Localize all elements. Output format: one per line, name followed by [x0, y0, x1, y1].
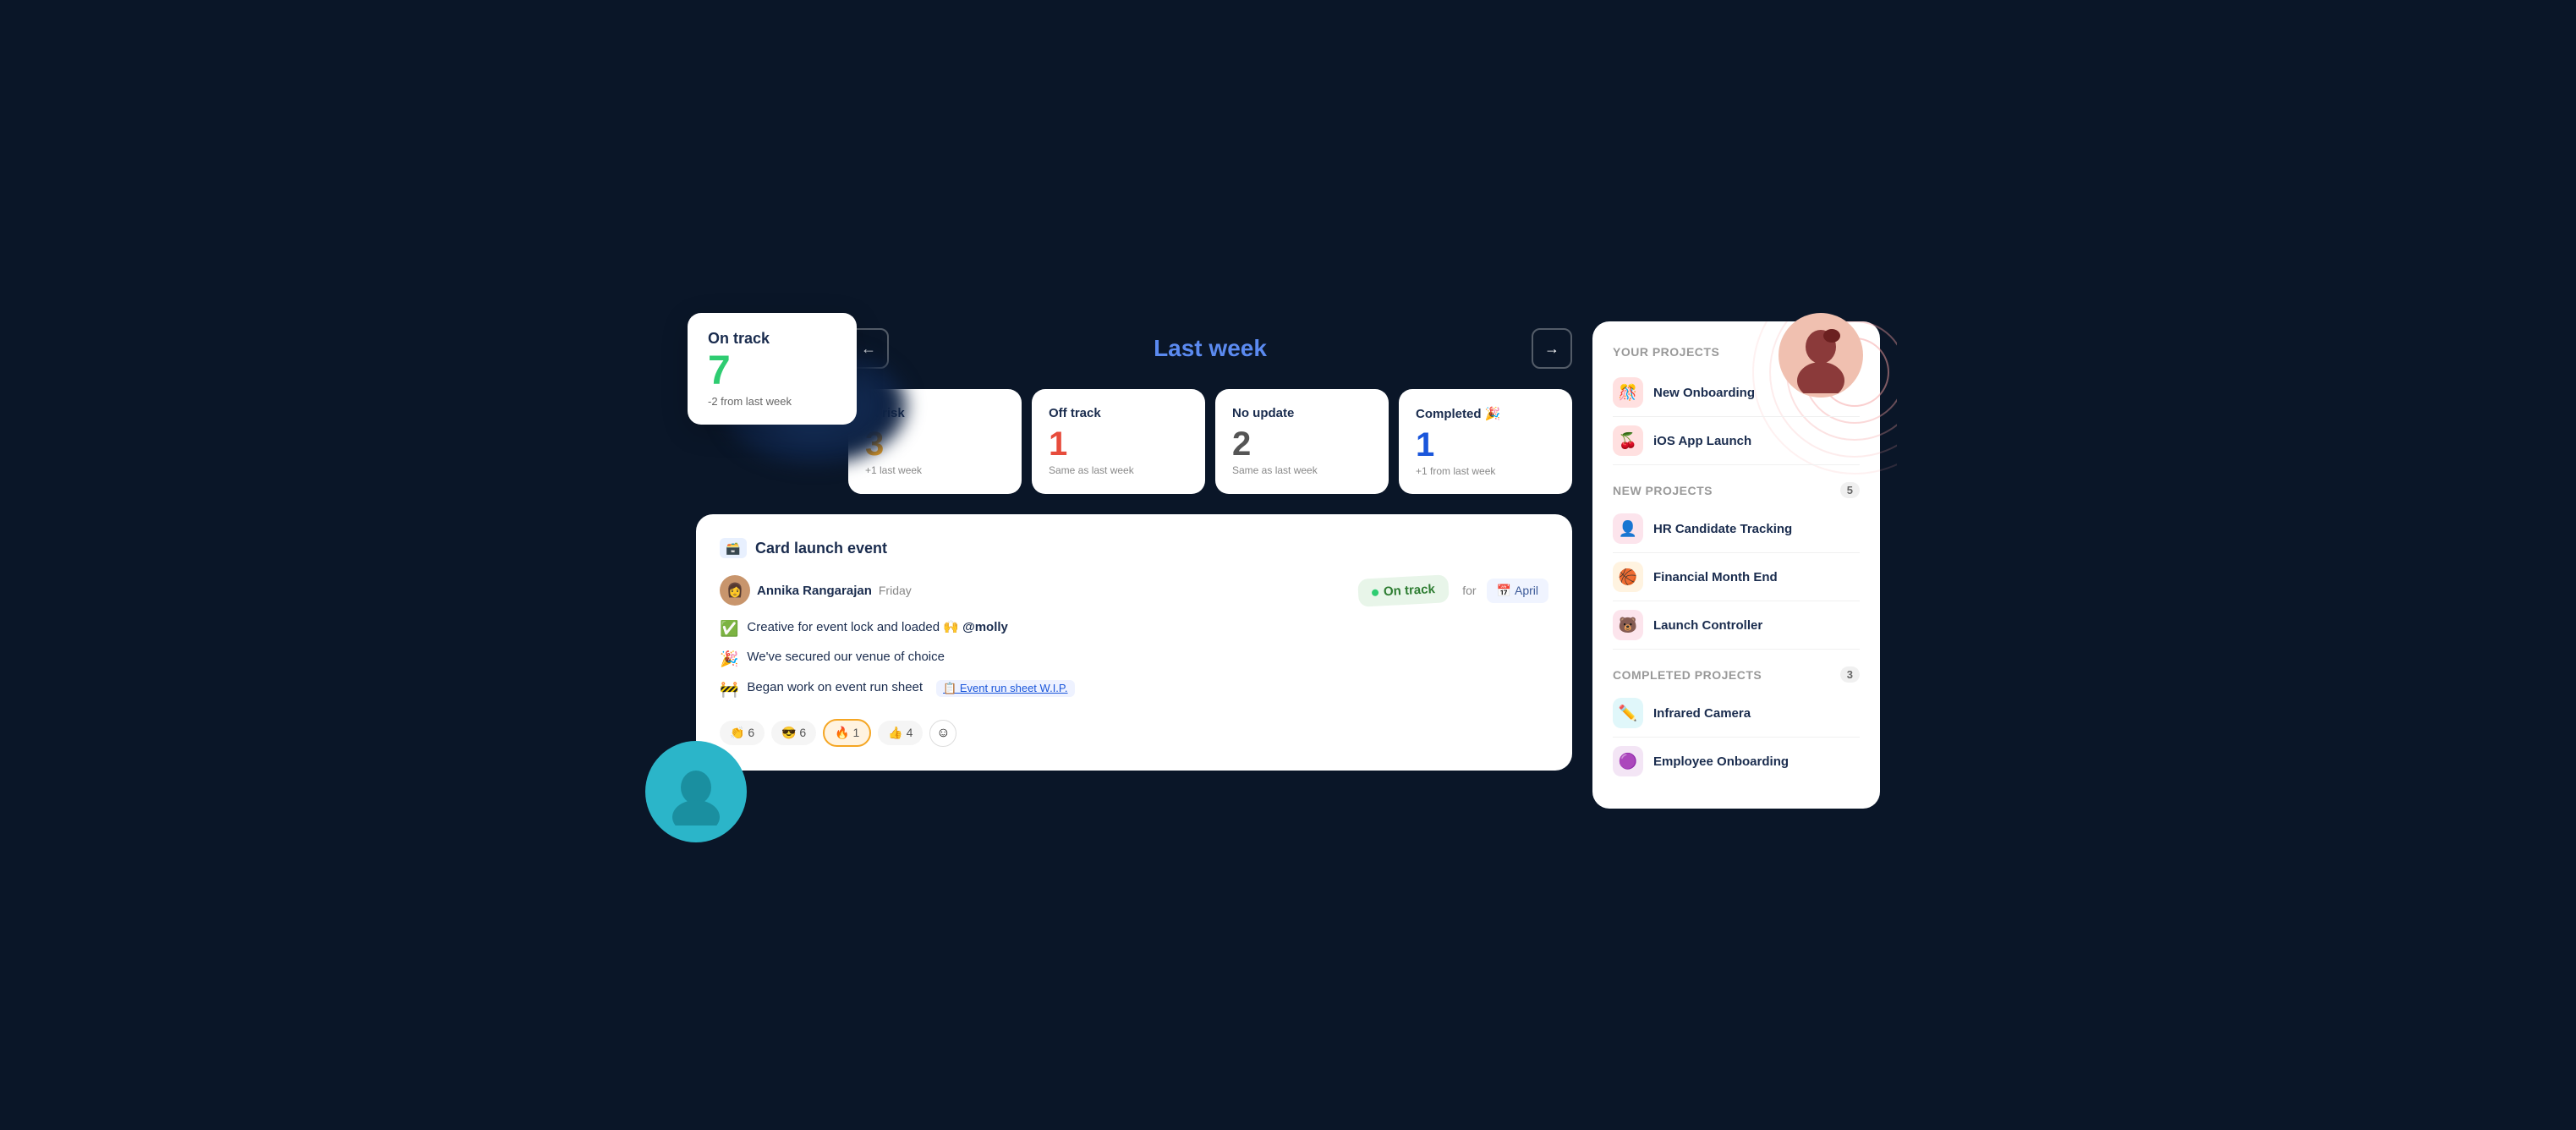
stat-card-off-track[interactable]: Off track 1 Same as last week: [1032, 389, 1205, 494]
event-run-sheet-link[interactable]: 📋 Event run sheet W.I.P.: [936, 680, 1074, 697]
project-icon-hr-candidate: 👤: [1613, 513, 1643, 544]
project-hr-candidate[interactable]: 👤 HR Candidate Tracking: [1613, 505, 1860, 553]
status-dot: [1372, 589, 1378, 595]
project-name-new-onboarding: New Onboarding: [1653, 386, 1755, 400]
project-icon-launch-controller: 🐻: [1613, 610, 1643, 640]
project-launch-controller[interactable]: 🐻 Launch Controller: [1613, 601, 1860, 650]
top-right-avatar: [1779, 313, 1863, 398]
project-name-financial: Financial Month End: [1653, 570, 1778, 584]
project-financial-month-end[interactable]: 🏀 Financial Month End: [1613, 553, 1860, 601]
checklist: ✅ Creative for event lock and loaded 🙌 @…: [720, 619, 1548, 699]
check-item-2: 🎉 We've secured our venue of choice: [720, 650, 1548, 668]
new-projects-count: 5: [1840, 482, 1860, 498]
completed-projects-title: Completed projects: [1613, 668, 1762, 682]
content-card: 🗃️ Card launch event 👩 Annika Rangarajan…: [696, 514, 1572, 771]
check-text-2: We've secured our venue of choice: [747, 650, 945, 664]
stat-title-completed: Completed 🎉: [1416, 406, 1555, 421]
stat-number-no-update: 2: [1232, 427, 1372, 461]
reaction-clap[interactable]: 👏 6: [720, 721, 765, 745]
card-icon: 🗃️: [720, 538, 747, 558]
april-badge: 📅 April: [1487, 579, 1548, 603]
reactions-row: 👏 6 😎 6 🔥 1 👍 4 ☺: [720, 719, 1548, 747]
floating-on-track-card: On track 7 -2 from last week: [688, 313, 857, 425]
project-icon-infrared: ✏️: [1613, 698, 1643, 728]
check-item-3: 🚧 Began work on event run sheet 📋 Event …: [720, 680, 1548, 699]
stat-card-completed[interactable]: Completed 🎉 1 +1 from last week: [1399, 389, 1572, 494]
user-name: Annika Rangarajan: [757, 584, 872, 598]
stat-title-no-update: No update: [1232, 406, 1372, 420]
project-ios-app-launch[interactable]: 🍒 iOS App Launch: [1613, 417, 1860, 465]
reaction-cool[interactable]: 😎 6: [771, 721, 816, 745]
new-projects-header: New projects 5: [1613, 482, 1860, 498]
floating-card-number: 7: [708, 351, 836, 392]
right-panel-content: Your projects 🎊 New Onboarding 🍒 iOS App…: [1613, 345, 1860, 785]
stat-sub-completed: +1 from last week: [1416, 465, 1555, 477]
user-avatar: 👩: [720, 575, 750, 606]
period-label: April: [1515, 584, 1538, 597]
project-employee-onboarding[interactable]: 🟣 Employee Onboarding: [1613, 738, 1860, 785]
stat-card-no-update[interactable]: No update 2 Same as last week: [1215, 389, 1389, 494]
project-icon-employee-onboarding: 🟣: [1613, 746, 1643, 776]
completed-projects-header: Completed projects 3: [1613, 666, 1860, 683]
project-name-ios-app-launch: iOS App Launch: [1653, 434, 1751, 448]
content-card-header: 🗃️ Card launch event: [720, 538, 1548, 558]
card-title: Card launch event: [755, 540, 887, 557]
check-icon-1: ✅: [720, 620, 738, 638]
stat-sub-at-risk: +1 last week: [865, 464, 1005, 476]
reaction-thumbsup[interactable]: 👍 4: [878, 721, 923, 745]
floating-card-change: -2 from last week: [708, 395, 836, 408]
main-container: On track 7 -2 from last week ← Last week…: [696, 321, 1880, 809]
for-label: for: [1462, 584, 1476, 597]
floating-card-status: On track: [708, 330, 836, 348]
check-text-3: Began work on event run sheet: [747, 680, 923, 694]
next-button[interactable]: →: [1532, 328, 1572, 369]
project-icon-new-onboarding: 🎊: [1613, 377, 1643, 408]
reaction-fire[interactable]: 🔥 1: [823, 719, 871, 747]
project-name-employee-onboarding: Employee Onboarding: [1653, 754, 1789, 769]
check-icon-3: 🚧: [720, 681, 738, 699]
user-row: 👩 Annika Rangarajan Friday On track for …: [720, 575, 1548, 606]
check-item-1: ✅ Creative for event lock and loaded 🙌 @…: [720, 619, 1548, 638]
stat-sub-off-track: Same as last week: [1049, 464, 1188, 476]
stat-number-completed: 1: [1416, 428, 1555, 462]
stat-title-off-track: Off track: [1049, 406, 1188, 420]
completed-projects-count: 3: [1840, 666, 1860, 683]
on-track-label: On track: [1384, 582, 1436, 599]
check-text-1: Creative for event lock and loaded 🙌 @mo…: [747, 619, 1007, 634]
nav-title: Last week: [1154, 335, 1267, 362]
left-panel: On track 7 -2 from last week ← Last week…: [696, 321, 1572, 809]
stat-sub-no-update: Same as last week: [1232, 464, 1372, 476]
project-icon-financial: 🏀: [1613, 562, 1643, 592]
project-name-launch-controller: Launch Controller: [1653, 618, 1762, 633]
project-name-infrared: Infrared Camera: [1653, 706, 1751, 721]
user-day: Friday: [879, 584, 912, 597]
project-name-hr-candidate: HR Candidate Tracking: [1653, 522, 1792, 536]
right-panel: Your projects 🎊 New Onboarding 🍒 iOS App…: [1592, 321, 1880, 809]
new-projects-title: New projects: [1613, 484, 1713, 497]
bottom-avatar: [645, 741, 747, 842]
check-icon-2: 🎉: [720, 650, 738, 668]
on-track-badge: On track: [1358, 574, 1450, 607]
add-reaction-button[interactable]: ☺: [929, 720, 956, 747]
project-icon-ios-app-launch: 🍒: [1613, 425, 1643, 456]
stat-number-off-track: 1: [1049, 427, 1188, 461]
project-infrared-camera[interactable]: ✏️ Infrared Camera: [1613, 689, 1860, 738]
